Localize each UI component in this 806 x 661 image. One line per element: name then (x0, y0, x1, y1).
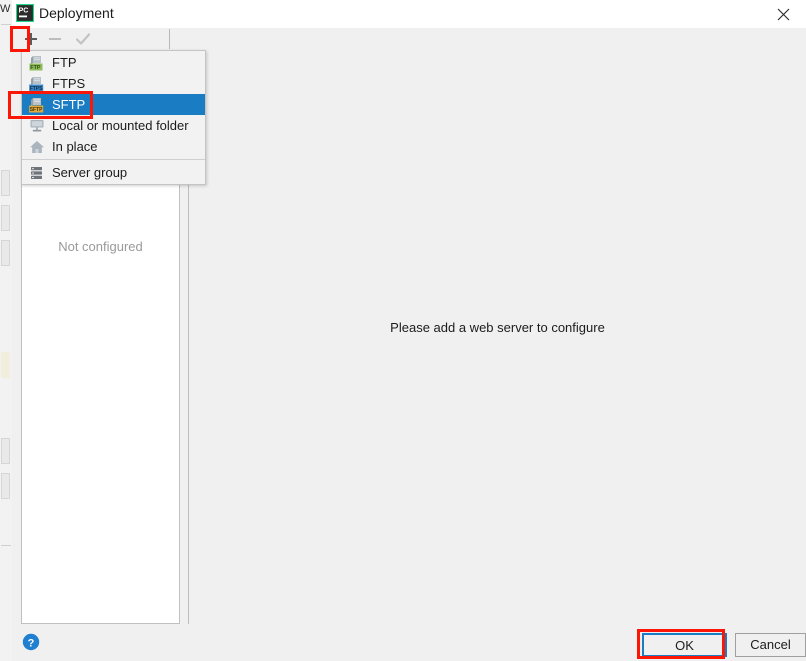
bg-tool-strip (1, 170, 10, 196)
bg-tool-strip (1, 205, 10, 231)
background-window-title: W (0, 3, 11, 15)
ftps-server-icon: FTPS (29, 76, 45, 92)
bg-highlight-strip (1, 352, 10, 378)
not-configured-label: Not configured (58, 239, 143, 254)
menu-item-server-group[interactable]: Server group (22, 162, 205, 183)
dialog-titlebar: PC Deployment (12, 0, 806, 28)
menu-item-sftp[interactable]: SFTP SFTP (22, 94, 205, 115)
help-icon[interactable]: ? (21, 632, 41, 652)
cancel-button[interactable]: Cancel (735, 633, 806, 657)
menu-item-label: FTPS (52, 76, 86, 91)
menu-item-label: FTP (52, 55, 77, 70)
monitor-icon (29, 118, 45, 134)
deployment-dialog: PC Deployment Not configured Please add … (12, 0, 806, 661)
empty-state-message: Please add a web server to configure (390, 320, 605, 335)
home-icon (29, 139, 45, 155)
dialog-title: Deployment (39, 5, 114, 21)
use-as-default-button[interactable] (73, 29, 93, 49)
bg-tool-strip (1, 473, 10, 499)
menu-item-in-place[interactable]: In place (22, 136, 205, 157)
toolbar-separator (169, 29, 170, 49)
remove-server-button[interactable] (45, 29, 65, 49)
menu-item-ftp[interactable]: FTP FTP (22, 52, 205, 73)
menu-item-ftps[interactable]: FTPS FTPS (22, 73, 205, 94)
svg-text:FTPS: FTPS (30, 86, 43, 92)
close-icon[interactable] (761, 0, 806, 28)
svg-text:?: ? (28, 637, 35, 649)
menu-item-local-or-mounted-folder[interactable]: Local or mounted folder (22, 115, 205, 136)
phpstorm-pc-icon: PC (15, 3, 35, 23)
menu-separator (22, 159, 205, 160)
ok-button[interactable]: OK (642, 633, 727, 657)
menu-item-label: In place (52, 139, 98, 154)
sftp-server-icon: SFTP (29, 97, 45, 113)
menu-item-label: SFTP (52, 97, 86, 112)
menu-item-label: Server group (52, 165, 128, 180)
bg-tool-strip (1, 240, 10, 266)
add-server-type-menu[interactable]: FTP FTP FTPS FTPS SFTP SFTP Local or mou… (21, 50, 206, 185)
bg-tool-strip (1, 438, 10, 464)
server-config-pane: Please add a web server to configure (189, 50, 806, 624)
bg-divider (1, 24, 11, 25)
dialog-toolbar (12, 28, 806, 51)
menu-item-label: Local or mounted folder (52, 118, 189, 133)
bg-divider (1, 545, 11, 546)
dialog-button-bar: ? OK Cancel (12, 624, 806, 661)
svg-text:SFTP: SFTP (30, 107, 43, 113)
ftp-server-icon: FTP (29, 55, 45, 71)
svg-text:FTP: FTP (30, 65, 41, 71)
svg-text:PC: PC (19, 8, 29, 15)
server-group-icon (29, 165, 45, 181)
add-server-button[interactable] (21, 29, 41, 49)
